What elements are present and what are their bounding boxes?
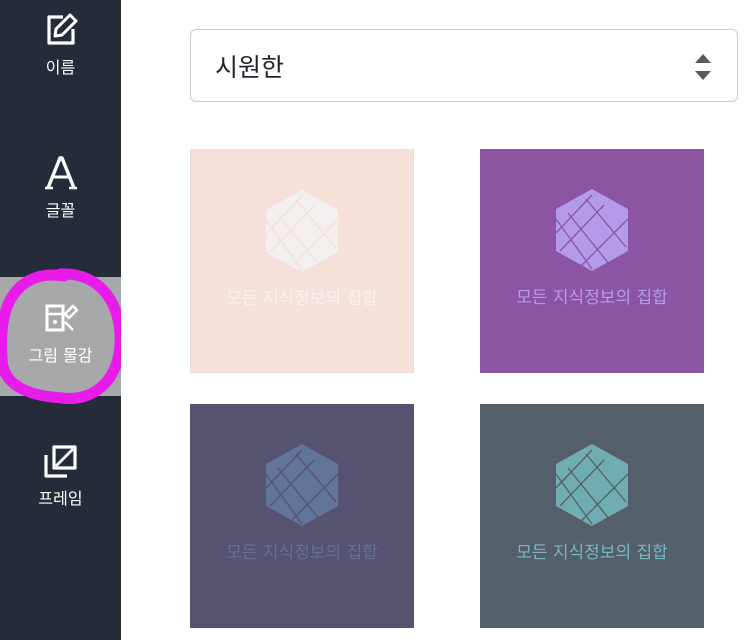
hexagon-logo-icon <box>266 190 338 272</box>
sidebar-item-paint[interactable]: 그림 물감 <box>0 277 121 396</box>
paint-icon <box>45 304 78 332</box>
edit-icon <box>46 13 77 45</box>
palette-card[interactable]: 모든 지식정보의 집합 <box>480 404 704 628</box>
frame-icon <box>43 445 77 478</box>
style-select-value: 시원한 <box>215 52 285 82</box>
sidebar-item-name[interactable]: 이름 <box>0 12 121 78</box>
sidebar: 이름 글꼴 그림 물감 프레임 <box>0 0 121 640</box>
sort-arrows-icon <box>695 54 711 80</box>
sidebar-item-font[interactable]: 글꼴 <box>0 155 121 221</box>
hexagon-logo-icon <box>266 444 338 526</box>
sidebar-item-label: 이름 <box>45 58 76 77</box>
card-text: 모든 지식정보의 집합 <box>226 289 378 309</box>
card-text: 모든 지식정보의 집합 <box>516 288 668 308</box>
hexagon-logo-icon <box>556 189 628 271</box>
palette-card[interactable]: 모든 지식정보의 집합 <box>480 149 704 373</box>
hexagon-logo-icon <box>556 444 628 526</box>
style-select[interactable]: 시원한 <box>190 29 738 102</box>
sidebar-item-label: 프레임 <box>38 489 83 508</box>
sidebar-item-label: 글꼴 <box>45 201 76 220</box>
palette-card[interactable]: 모든 지식정보의 집합 <box>190 149 414 373</box>
palette-card[interactable]: 모든 지식정보의 집합 <box>190 404 414 628</box>
sidebar-item-frame[interactable]: 프레임 <box>0 443 121 509</box>
card-text: 모든 지식정보의 집합 <box>516 543 668 563</box>
sidebar-item-label: 그림 물감 <box>28 346 93 365</box>
font-icon <box>44 156 77 190</box>
card-text: 모든 지식정보의 집합 <box>226 543 378 563</box>
